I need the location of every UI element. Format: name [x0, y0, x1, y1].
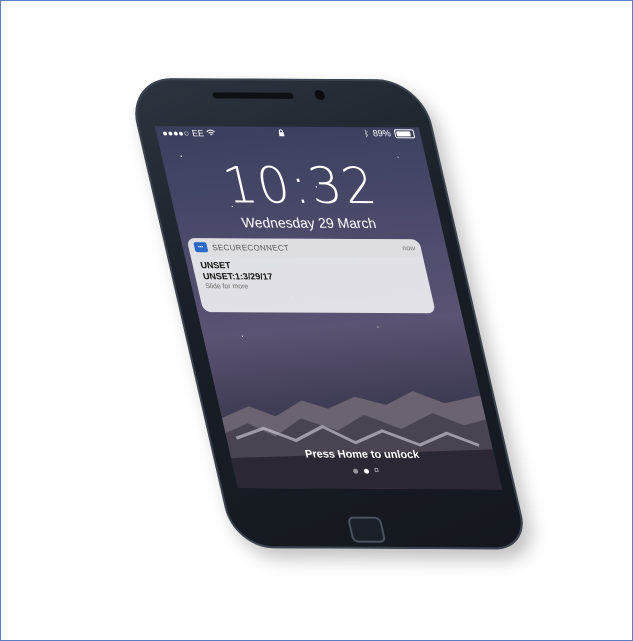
status-bar: ●●●●○ EE ᛒ 89% — [155, 126, 422, 141]
earpiece-speaker — [211, 92, 295, 99]
home-button[interactable] — [346, 516, 387, 543]
phone-scene: ●●●●○ EE ᛒ 89% 10:32 Wednesday 29 March … — [0, 0, 633, 641]
notification-time: now — [401, 244, 416, 252]
unlock-hint: Press Home to unlock — [303, 448, 421, 462]
signal-strength: ●●●●○ — [161, 128, 191, 139]
battery-icon — [393, 128, 416, 138]
bluetooth-icon: ᛒ — [363, 128, 370, 138]
status-right: ᛒ 89% — [363, 128, 416, 139]
page-dot — [352, 468, 359, 474]
phone-body: ●●●●○ EE ᛒ 89% 10:32 Wednesday 29 March … — [126, 78, 530, 550]
notification-title: UNSET — [199, 260, 232, 271]
battery-fill — [395, 130, 412, 136]
wifi-icon — [206, 128, 217, 138]
camera-icon[interactable]: ◘ — [374, 468, 379, 474]
notification-hint: Slide for more — [204, 283, 250, 291]
notification-message: UNSET:1:3/29/17 — [201, 271, 274, 282]
page-dot-active — [363, 468, 370, 474]
notification-card[interactable]: ▪▪▪ SECURECONNECT now UNSET UNSET:1:3/29… — [186, 238, 436, 314]
lock-clock: 10:32 — [217, 156, 383, 216]
secureconnect-app-icon: ▪▪▪ — [193, 242, 209, 253]
lock-date: Wednesday 29 March — [240, 214, 378, 232]
notification-app-name: SECURECONNECT — [211, 242, 291, 253]
phone: ●●●●○ EE ᛒ 89% 10:32 Wednesday 29 March … — [126, 78, 530, 550]
carrier-name: EE — [190, 128, 206, 139]
lock-screen[interactable]: ●●●●○ EE ᛒ 89% 10:32 Wednesday 29 March … — [154, 126, 503, 490]
battery-percent: 89% — [371, 128, 392, 139]
lock-icon — [277, 129, 285, 139]
status-left: ●●●●○ EE — [161, 128, 217, 138]
notification-body: UNSET UNSET:1:3/29/17 Slide for more — [191, 256, 432, 295]
front-camera — [313, 89, 326, 100]
notification-header: ▪▪▪ SECURECONNECT now — [186, 238, 424, 258]
